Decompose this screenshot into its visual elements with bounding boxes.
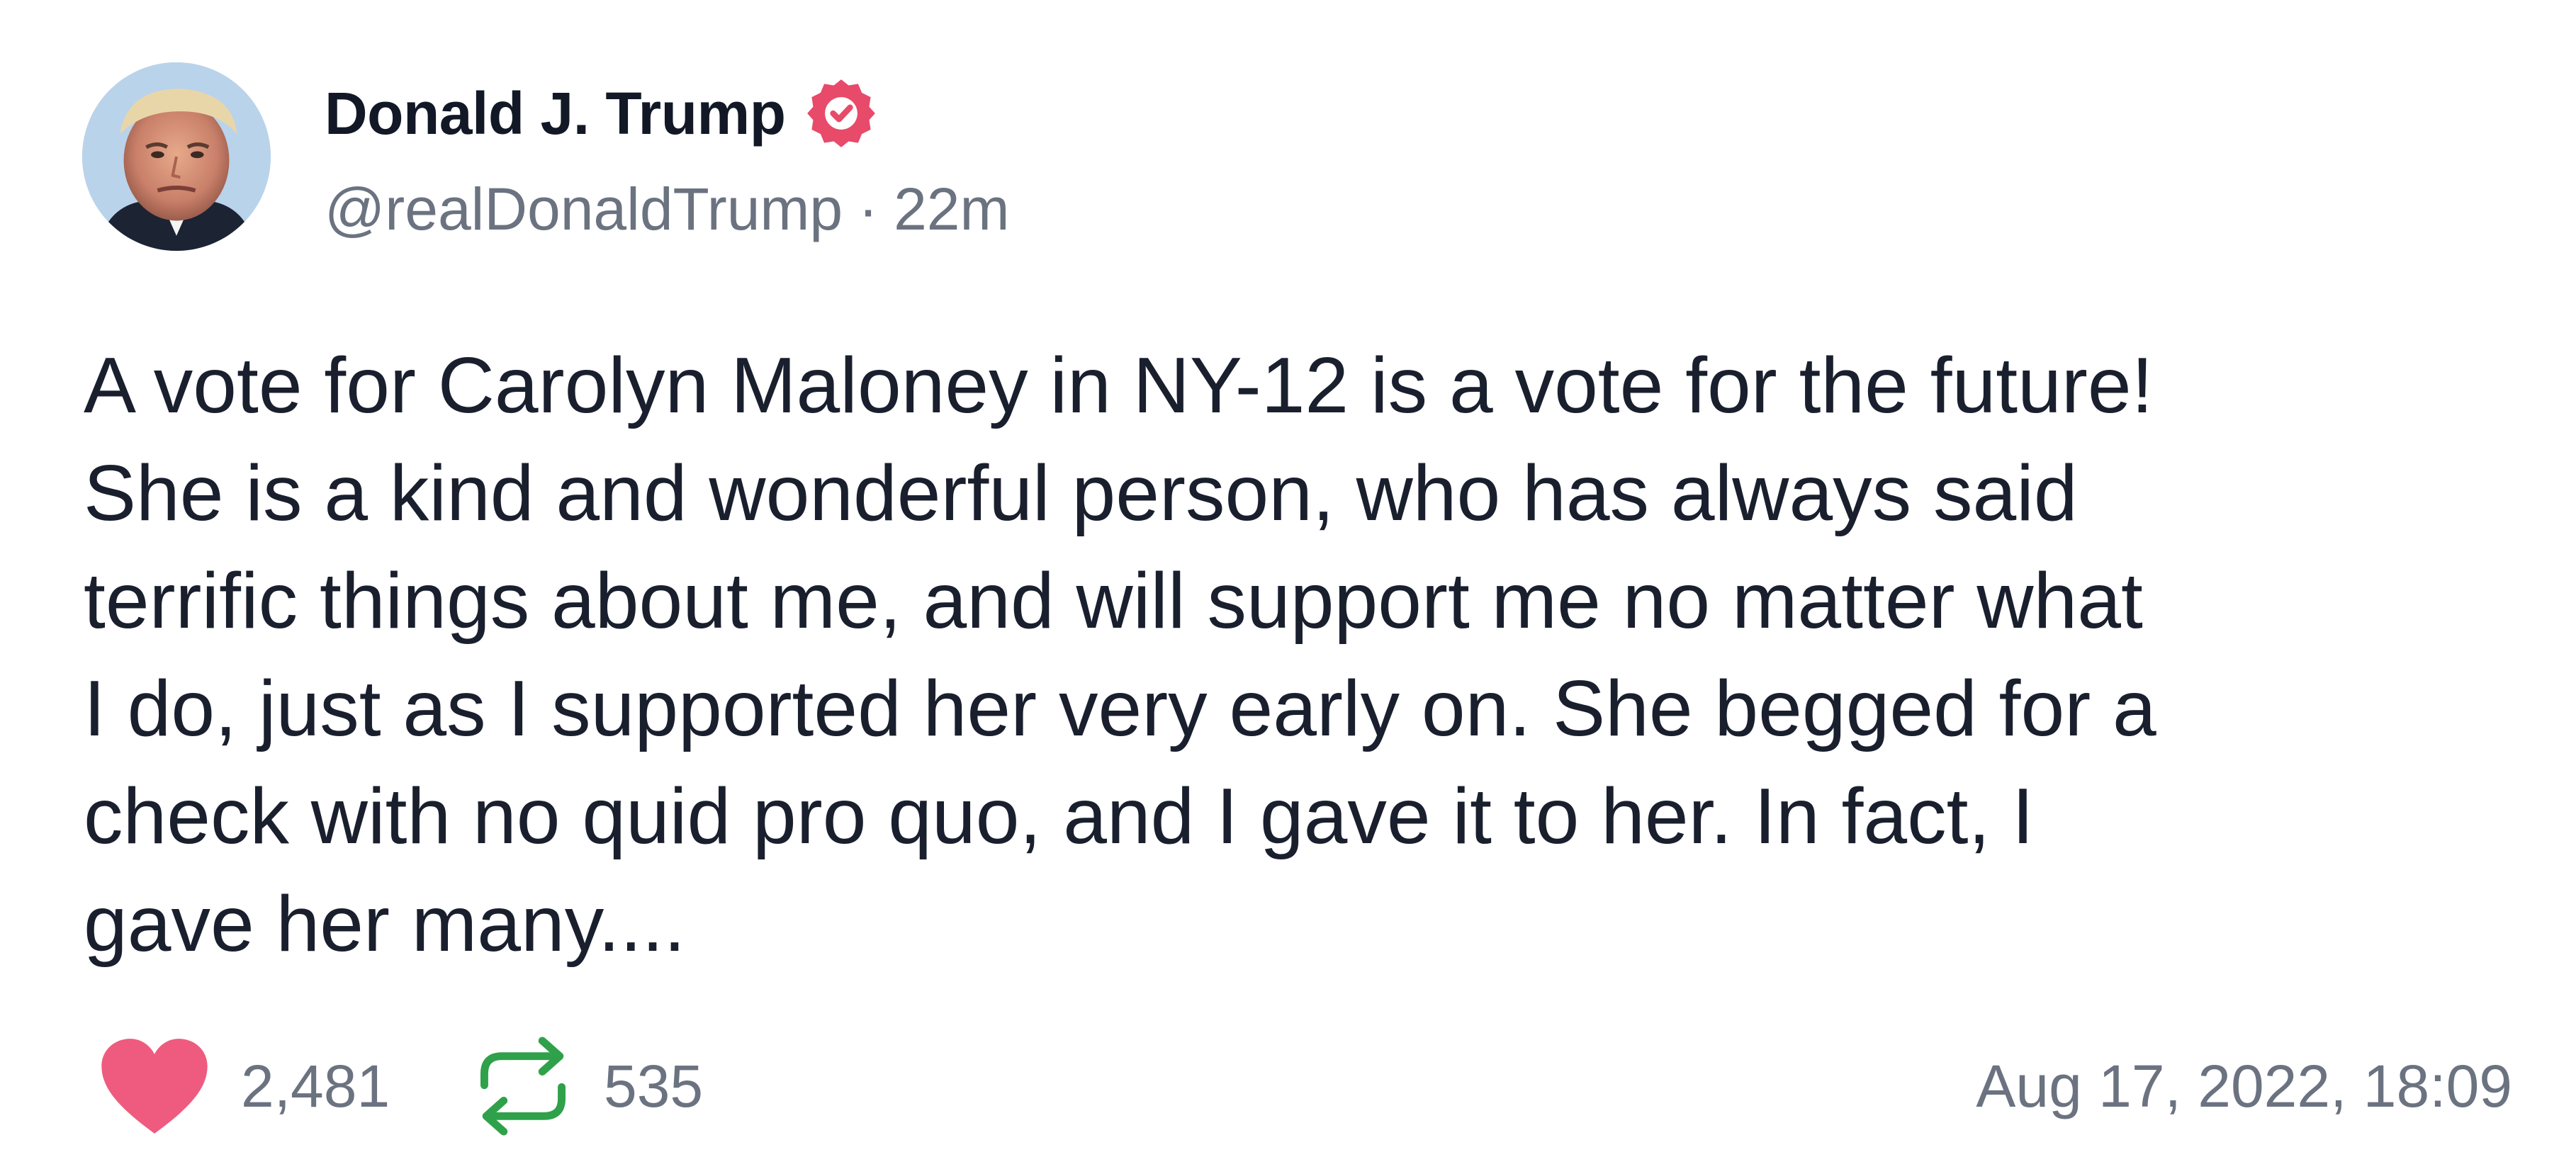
heart-icon xyxy=(101,1039,208,1134)
post-text: A vote for Carolyn Maloney in NY-12 is a… xyxy=(84,342,2156,968)
meta-separator: · xyxy=(858,175,879,242)
post-card: Donald J. Trump @realDonaldTrump · 22m A… xyxy=(0,0,2576,1174)
like-button[interactable]: 2,481 xyxy=(99,1033,390,1139)
author-name-row: Donald J. Trump xyxy=(325,71,878,156)
avatar[interactable] xyxy=(82,62,271,251)
verified-badge-icon xyxy=(804,77,878,150)
repost-icon xyxy=(480,1037,566,1136)
author-handle[interactable]: @realDonaldTrump xyxy=(325,175,843,244)
relative-time[interactable]: 22m xyxy=(894,175,1009,244)
like-count: 2,481 xyxy=(241,1052,390,1119)
author-meta-row: @realDonaldTrump · 22m xyxy=(325,170,1010,248)
repost-button[interactable]: 535 xyxy=(473,1033,703,1139)
post-footer: 2,481 535 Aug 17, 2022, 18:09 xyxy=(0,1020,2576,1148)
repost-count: 535 xyxy=(604,1052,704,1119)
avatar-photo xyxy=(82,62,271,251)
author-display-name[interactable]: Donald J. Trump xyxy=(325,79,786,148)
post-timestamp[interactable]: Aug 17, 2022, 18:09 xyxy=(1976,1033,2512,1139)
